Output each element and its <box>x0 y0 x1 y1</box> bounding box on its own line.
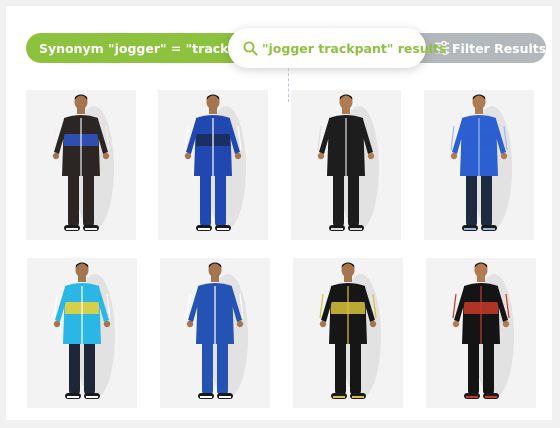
product-tile[interactable] <box>26 90 136 240</box>
product-image <box>450 94 512 231</box>
product-tile[interactable] <box>27 258 137 408</box>
product-tile[interactable] <box>293 258 403 408</box>
product-image <box>186 262 248 399</box>
product-image <box>184 94 246 231</box>
synonym-chip[interactable]: Synonym "jogger" = "trackpant" <box>26 33 267 63</box>
results-panel: Synonym "jogger" = "trackpant" Filter Re… <box>6 6 552 420</box>
product-image <box>452 262 514 399</box>
filter-results-label: Filter Results <box>452 40 547 56</box>
product-image <box>317 94 379 231</box>
search-query-label: "jogger trackpant" results <box>262 40 447 56</box>
product-image <box>319 262 381 399</box>
product-image <box>53 262 115 399</box>
product-tile[interactable] <box>158 90 268 240</box>
search-bar: Synonym "jogger" = "trackpant" Filter Re… <box>26 28 548 68</box>
search-query-box[interactable]: "jogger trackpant" results <box>228 28 446 68</box>
product-tile[interactable] <box>426 258 536 408</box>
search-icon <box>243 41 258 56</box>
product-tile[interactable] <box>160 258 270 408</box>
product-image <box>52 94 114 231</box>
connector-line <box>288 68 289 102</box>
product-tile[interactable] <box>424 90 534 240</box>
product-tile[interactable] <box>291 90 401 240</box>
